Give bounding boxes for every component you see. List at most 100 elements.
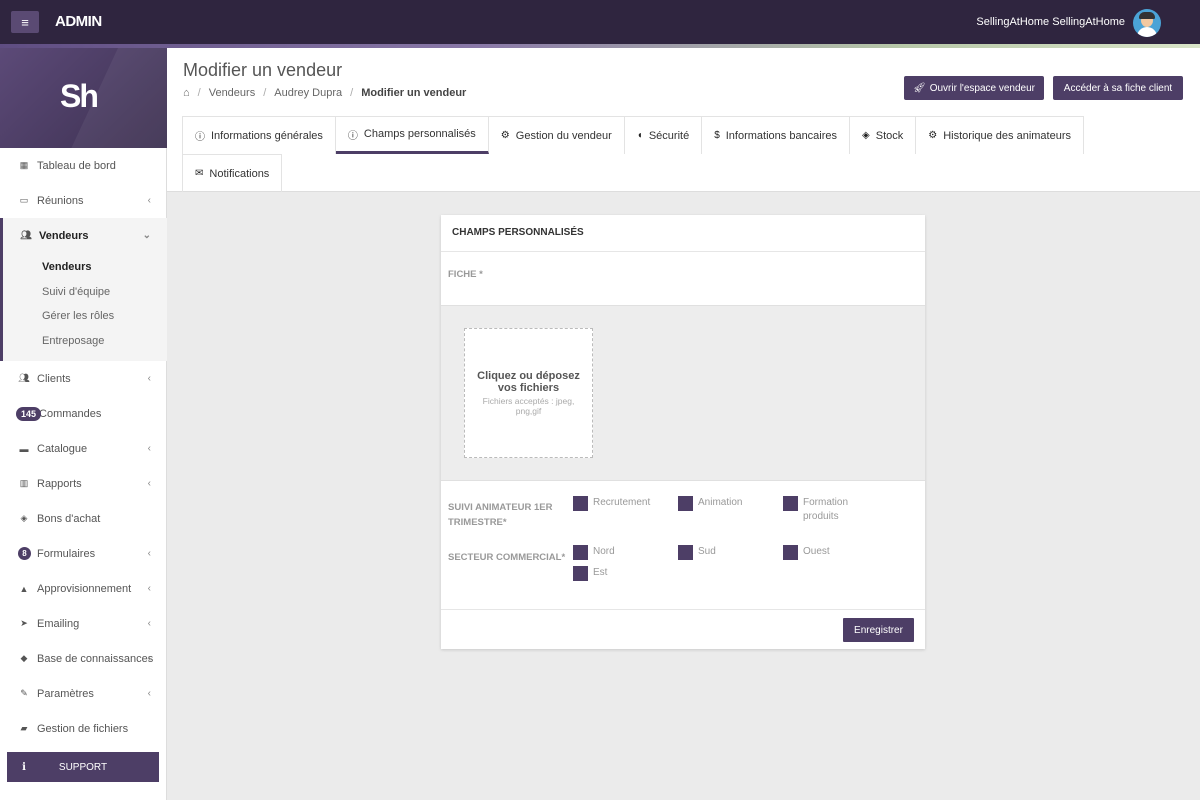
card-title: CHAMPS PERSONNALISÉS xyxy=(452,227,584,238)
sidebar-item-vendeurs[interactable]: 👥︎ Vendeurs ⌄ xyxy=(0,218,167,253)
sidebar-item-label: Emailing xyxy=(37,617,80,630)
suivi-animateur-label: SUIVI ANIMATEUR 1ER TRIMESTRE* xyxy=(448,502,553,528)
user-avatar-icon[interactable] xyxy=(1133,9,1161,37)
submenu-item-vendeurs[interactable]: Vendeurs xyxy=(3,255,167,280)
chevron-left-icon: ‹ xyxy=(147,195,151,206)
secteur-commercial-label: SECTEUR COMMERCIAL* xyxy=(448,552,566,563)
checkbox[interactable] xyxy=(783,496,798,511)
chevron-left-icon: ‹ xyxy=(147,618,151,629)
tab-stock[interactable]: ◈ Stock xyxy=(850,116,917,154)
submenu-item-suivi-equipe[interactable]: Suivi d'équipe xyxy=(3,280,167,305)
page-header: Modifier un vendeur ⌂ / Vendeurs / Audre… xyxy=(167,48,1200,192)
checkbox-recrutement[interactable]: Recrutement xyxy=(573,496,650,511)
sidebar-item-commandes[interactable]: 145 Commandes xyxy=(0,396,167,431)
checkbox[interactable] xyxy=(678,545,693,560)
gear-icon: ⚙︎ xyxy=(500,130,510,141)
tab-historique-animateurs[interactable]: ⚙︎ Historique des animateurs xyxy=(916,116,1085,154)
chevron-down-icon: ⌄ xyxy=(142,230,151,241)
checkbox-sud[interactable]: Sud xyxy=(678,545,716,560)
calendar-icon: ▭ xyxy=(19,195,29,205)
sidebar-item-reunions[interactable]: ▭ Réunions ‹ xyxy=(0,183,167,218)
shield-icon: ◖ xyxy=(636,130,643,141)
bar-chart-icon: ▥ xyxy=(19,478,29,488)
tab-informations-generales[interactable]: ⓘ Informations générales xyxy=(182,116,336,154)
open-seller-space-button[interactable]: 🚀︎ Ouvrir l'espace vendeur xyxy=(904,76,1044,100)
folder-open-icon: ▰ xyxy=(20,723,28,733)
chevron-left-icon: ‹ xyxy=(147,548,151,559)
sidebar-item-emailing[interactable]: ➤ Emailing ‹ xyxy=(0,606,167,641)
checkbox-ouest[interactable]: Ouest xyxy=(783,545,830,560)
support-label: SUPPORT xyxy=(58,761,108,773)
sidebar-item-label: Paramètres xyxy=(37,687,94,700)
sidebar-item-rapports[interactable]: ▥ Rapports ‹ xyxy=(0,466,167,501)
checkbox-nord[interactable]: Nord xyxy=(573,545,615,560)
orders-count-badge: 145 xyxy=(16,406,42,421)
submenu-item-gerer-roles[interactable]: Gérer les rôles xyxy=(3,304,167,329)
tab-notifications[interactable]: ✉︎ Notifications xyxy=(182,154,283,192)
rocket-icon: 🚀︎ xyxy=(913,82,926,94)
checkbox[interactable] xyxy=(573,566,588,581)
client-file-button[interactable]: Accéder à sa fiche client xyxy=(1053,76,1183,100)
hamburger-icon[interactable]: ≡ xyxy=(11,11,39,33)
tab-gestion-vendeur[interactable]: ⚙︎ Gestion du vendeur xyxy=(488,116,625,154)
sidebar-item-label: Commandes xyxy=(39,407,102,420)
info-icon: i xyxy=(22,761,26,773)
info-circle-icon: ⓘ xyxy=(347,130,358,142)
sidebar-item-tableau-de-bord[interactable]: ▦ Tableau de bord xyxy=(0,148,167,183)
users-icon: 👥︎ xyxy=(20,230,32,240)
sidebar-item-bons-achat[interactable]: ◈ Bons d'achat xyxy=(0,501,167,536)
sidebar-submenu-vendeurs: Vendeurs Suivi d'équipe Gérer les rôles … xyxy=(0,253,167,361)
sidebar-item-label: Réunions xyxy=(37,194,84,207)
dashboard-icon: ▦ xyxy=(19,160,29,170)
support-button[interactable]: i SUPPORT xyxy=(7,752,159,782)
top-bar: ≡ ADMIN SellingAtHome SellingAtHome xyxy=(0,0,1200,44)
file-dropzone[interactable]: Cliquez ou déposez vos fichiers Fichiers… xyxy=(464,328,593,458)
tab-informations-bancaires[interactable]: $ Informations bancaires xyxy=(702,116,851,154)
chevron-left-icon: ‹ xyxy=(147,373,151,384)
save-button[interactable]: Enregistrer xyxy=(843,618,914,642)
sidebar-item-label: Catalogue xyxy=(37,442,88,455)
sidebar-item-base-connaissances[interactable]: ◆ Base de connaissances ‹ xyxy=(0,641,167,676)
breadcrumb: ⌂ / Vendeurs / Audrey Dupra / Modifier u… xyxy=(183,87,467,99)
sidebar-item-catalogue[interactable]: ▬ Catalogue ‹ xyxy=(0,431,167,466)
checkbox-formation-produits[interactable]: Formation produits xyxy=(783,496,863,524)
page-title: Modifier un vendeur xyxy=(183,60,343,80)
sidebar-item-label: Rapports xyxy=(37,477,82,490)
checkbox-est[interactable]: Est xyxy=(573,566,607,581)
chevron-left-icon: ‹ xyxy=(147,443,151,454)
sidebar-item-label: Gestion de fichiers xyxy=(37,722,129,735)
checkbox[interactable] xyxy=(573,545,588,560)
breadcrumb-item[interactable]: Vendeurs xyxy=(209,87,255,99)
logo[interactable]: Sh xyxy=(0,48,167,148)
checkbox[interactable] xyxy=(678,496,693,511)
home-icon[interactable]: ⌂ xyxy=(183,87,190,99)
sidebar-item-clients[interactable]: 👥︎ Clients ‹ xyxy=(0,361,167,396)
tab-champs-personnalises[interactable]: ⓘ Champs personnalisés xyxy=(335,116,489,154)
user-name[interactable]: SellingAtHome SellingAtHome xyxy=(976,16,1125,28)
checkbox[interactable] xyxy=(573,496,588,511)
graduation-cap-icon: ◆ xyxy=(20,653,28,663)
sidebar-item-label: Clients xyxy=(37,372,71,385)
dropzone-accepted-types: Fichiers acceptés : jpeg, png,gif xyxy=(482,396,575,416)
breadcrumb-item[interactable]: Audrey Dupra xyxy=(274,87,342,99)
tab-securite[interactable]: ◖ Sécurité xyxy=(624,116,703,154)
dollar-icon: $ xyxy=(714,130,720,141)
divider xyxy=(441,251,925,252)
sidebar-item-formulaires[interactable]: 8 Formulaires ‹ xyxy=(0,536,167,571)
sidebar-item-label: Vendeurs xyxy=(39,229,89,242)
sidebar-item-gestion-fichiers[interactable]: ▰ Gestion de fichiers xyxy=(0,711,167,746)
checkbox-animation[interactable]: Animation xyxy=(678,496,742,511)
sidebar-item-label: Tableau de bord xyxy=(37,159,116,172)
sidebar-item-label: Bons d'achat xyxy=(37,512,101,525)
sidebar-item-label: Approvisionnement xyxy=(37,582,132,595)
chevron-left-icon: ‹ xyxy=(147,478,151,489)
submenu-item-entreposage[interactable]: Entreposage xyxy=(3,329,167,354)
chevron-left-icon: ‹ xyxy=(147,583,151,594)
sidebar-item-parametres[interactable]: ✎ Paramètres ‹ xyxy=(0,676,167,711)
users-icon: 👥︎ xyxy=(18,373,30,383)
sidebar-item-approvisionnement[interactable]: ▲ Approvisionnement ‹ xyxy=(0,571,167,606)
chevron-left-icon: ‹ xyxy=(147,653,151,664)
tags-icon: ◈ xyxy=(20,513,28,523)
divider xyxy=(441,609,925,610)
checkbox[interactable] xyxy=(783,545,798,560)
